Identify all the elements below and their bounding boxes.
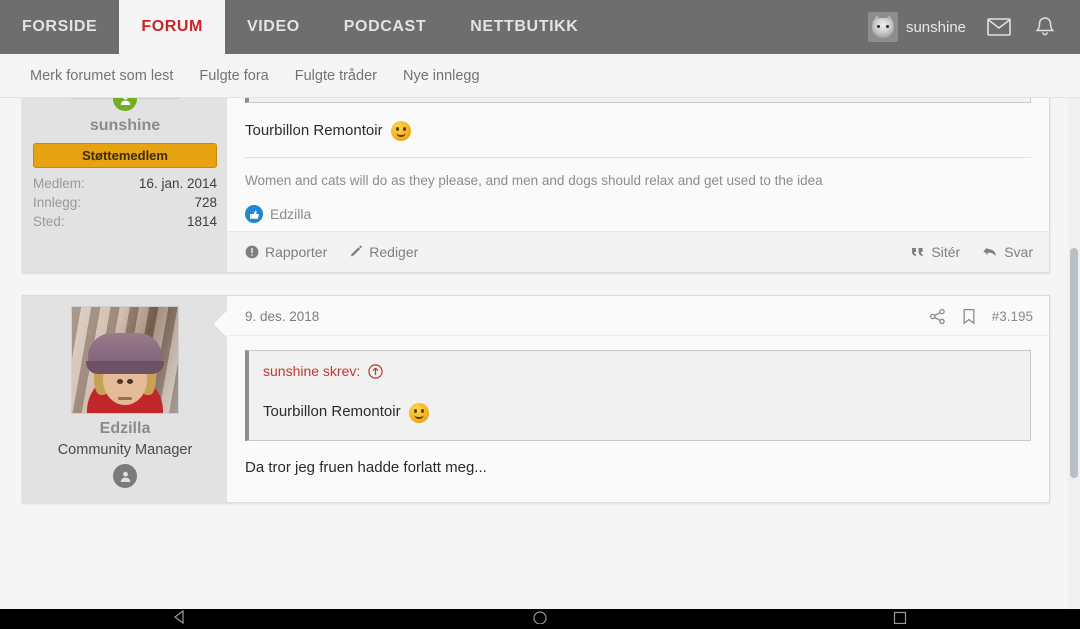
post-content: Edzilla skrev: Nytt hint! Vis vedlegg 12…: [227, 98, 1049, 273]
post-author-sidebar: sunshine Støttemedlem Medlem: 16. jan. 2…: [23, 98, 227, 273]
post-author-title: Community Manager: [57, 442, 193, 459]
app-screen: FORSIDE FORUM VIDEO PODCAST NETTBUTIKK s…: [0, 0, 1080, 629]
bookmark-icon[interactable]: [962, 308, 976, 325]
nav-tab-nettbutikk[interactable]: NETTBUTIKK: [448, 0, 600, 54]
post-content: 9. des. 2018 #3.195 sunshine skrev: Tour…: [211, 296, 1049, 503]
post-message: sunshine skrev: Tourbillon Remontoir Da …: [227, 336, 1049, 484]
stat-label-member: Medlem:: [33, 176, 85, 191]
avatar[interactable]: [71, 306, 179, 415]
stat-value-member: 16. jan. 2014: [138, 176, 217, 191]
post-text-content: Da tror jeg fruen hadde forlatt meg...: [245, 458, 487, 476]
quote-author-label: sunshine skrev:: [263, 363, 361, 380]
back-icon[interactable]: [172, 609, 188, 629]
post-text: Da tror jeg fruen hadde forlatt meg...: [245, 459, 1031, 476]
nav-tab-forside[interactable]: FORSIDE: [0, 0, 119, 54]
stat-label-location: Sted:: [33, 214, 65, 229]
nav-tab-video-label: VIDEO: [246, 18, 300, 35]
stat-label-posts: Innlegg:: [33, 195, 82, 210]
child-photo-avatar-icon: [72, 307, 178, 414]
subnav-new-posts[interactable]: Nye innlegg: [403, 68, 480, 84]
post-action-bar-right: Sitér Svar: [910, 244, 1033, 260]
post-author-sidebar: Edzilla Community Manager: [23, 296, 227, 503]
post-item: sunshine Støttemedlem Medlem: 16. jan. 2…: [22, 98, 1050, 274]
nav-tab-forum-label: FORUM: [141, 18, 203, 35]
scrollbar-thumb[interactable]: [1070, 248, 1078, 478]
post-action-bar: Rapporter Rediger Sitér Svar: [227, 231, 1049, 273]
online-status-icon: [113, 98, 137, 111]
report-label: Rapporter: [265, 244, 328, 261]
post-header: 9. des. 2018 #3.195: [227, 296, 1049, 337]
thread-post-list: sunshine Støttemedlem Medlem: 16. jan. 2…: [0, 98, 1080, 609]
quote-button[interactable]: Sitér: [910, 244, 960, 260]
current-username: sunshine: [905, 18, 966, 36]
nav-tab-podcast[interactable]: PODCAST: [322, 0, 448, 54]
quote-icon: [912, 248, 924, 257]
author-stat-row: Medlem: 16. jan. 2014: [33, 174, 217, 193]
top-navigation-bar: FORSIDE FORUM VIDEO PODCAST NETTBUTIKK s…: [0, 0, 1080, 54]
mail-icon[interactable]: [986, 14, 1012, 40]
nav-tab-video[interactable]: VIDEO: [225, 0, 322, 54]
reply-label: Svar: [1004, 244, 1033, 261]
staff-status-icon: [113, 464, 137, 489]
thumbs-up-icon: [245, 205, 263, 224]
edit-label: Rediger: [369, 244, 419, 261]
post-item: Edzilla Community Manager 9. des. 2018 #…: [22, 295, 1050, 504]
jump-to-post-icon: [368, 364, 383, 379]
forum-subnav: Merk forumet som lest Fulgte fora Fulgte…: [0, 54, 1080, 98]
report-button[interactable]: Rapporter: [245, 244, 327, 260]
post-message: Edzilla skrev: Nytt hint! Vis vedlegg 12…: [227, 98, 1049, 231]
cat-avatar-icon: [867, 12, 898, 42]
author-stat-row: Innlegg: 728: [33, 193, 217, 212]
slight-smile-emoji: [390, 120, 411, 141]
edit-button[interactable]: Rediger: [349, 244, 418, 260]
likes-names: Edzilla: [270, 206, 312, 223]
quote-block: sunshine skrev: Tourbillon Remontoir: [245, 350, 1031, 441]
recents-icon[interactable]: [892, 610, 908, 629]
quote-text: Tourbillon Remontoir: [263, 401, 1016, 424]
post-number[interactable]: #3.195: [992, 309, 1033, 324]
stat-value-location: 1814: [186, 214, 217, 229]
top-nav-user-area: sunshine: [867, 0, 1080, 54]
quote-attribution[interactable]: sunshine skrev:: [263, 363, 1016, 379]
nav-tab-nettbutikk-label: NETTBUTIKK: [470, 18, 579, 35]
post-date[interactable]: 9. des. 2018: [245, 309, 319, 324]
member-badge: Støttemedlem: [33, 143, 217, 168]
reply-arrow-icon: [983, 247, 996, 257]
bell-icon[interactable]: [1032, 14, 1058, 40]
share-icon[interactable]: [929, 308, 946, 325]
post-text-content: Tourbillon Remontoir: [245, 122, 383, 140]
signature-divider: [245, 156, 1031, 158]
report-icon: [245, 245, 259, 259]
post-text: Tourbillon Remontoir: [245, 120, 1031, 141]
post-author-name[interactable]: Edzilla: [33, 420, 217, 438]
reply-button[interactable]: Svar: [982, 244, 1033, 260]
subnav-followed-threads[interactable]: Fulgte tråder: [295, 68, 377, 84]
page-scrollbar[interactable]: [1068, 98, 1080, 609]
subnav-followed-forums[interactable]: Fulgte fora: [199, 68, 268, 84]
quote-label: Sitér: [931, 244, 961, 261]
nav-tab-forside-label: FORSIDE: [22, 18, 98, 35]
pencil-icon: [351, 245, 363, 257]
quote-text-content: Tourbillon Remontoir: [263, 403, 401, 421]
slight-smile-emoji: [408, 402, 429, 423]
post-signature: Women and cats will do as they please, a…: [245, 172, 823, 188]
current-user-menu[interactable]: sunshine: [867, 12, 966, 42]
home-icon[interactable]: [532, 610, 548, 629]
quote-block: Edzilla skrev: Nytt hint! Vis vedlegg 12…: [245, 98, 1031, 103]
nav-tab-forum[interactable]: FORUM: [119, 0, 225, 54]
post-likes[interactable]: Edzilla: [245, 205, 1031, 224]
stat-value-posts: 728: [194, 195, 217, 210]
post-header-actions: #3.195: [929, 308, 1033, 325]
nav-tabs: FORSIDE FORUM VIDEO PODCAST NETTBUTIKK: [0, 0, 600, 54]
subnav-mark-forum-read[interactable]: Merk forumet som lest: [30, 68, 173, 84]
android-navigation-bar: [0, 609, 1080, 629]
post-author-name[interactable]: sunshine: [33, 117, 217, 135]
nav-tab-podcast-label: PODCAST: [343, 18, 427, 35]
author-stat-row: Sted: 1814: [33, 212, 217, 231]
